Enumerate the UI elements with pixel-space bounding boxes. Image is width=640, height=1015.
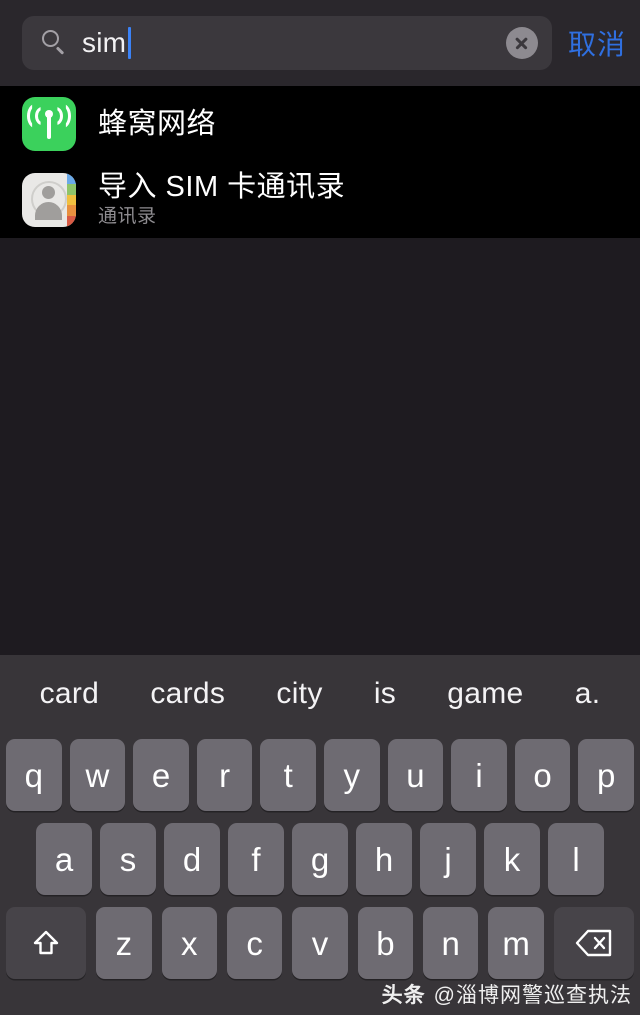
result-title: 蜂窝网络 — [98, 107, 217, 140]
key-e[interactable]: e — [133, 739, 189, 811]
key-r[interactable]: r — [196, 739, 253, 811]
key-p[interactable]: p — [578, 739, 634, 811]
key-f[interactable]: f — [228, 823, 284, 895]
search-bar: sim 取消 — [0, 0, 640, 86]
key-h[interactable]: h — [356, 823, 412, 895]
key-a[interactable]: a — [36, 823, 92, 895]
key-l[interactable]: l — [548, 823, 604, 895]
backspace-key[interactable] — [553, 907, 635, 979]
key-v[interactable]: v — [292, 907, 348, 979]
key-c[interactable]: c — [226, 907, 283, 979]
onscreen-keyboard: card cards city is game a. q w e r t y u… — [0, 655, 640, 1015]
key-y[interactable]: y — [324, 739, 380, 811]
key-q[interactable]: q — [6, 739, 62, 811]
key-j[interactable]: j — [420, 823, 476, 895]
key-z[interactable]: z — [96, 907, 152, 979]
watermark-handle: @淄博网警巡查执法 — [433, 984, 632, 1007]
phone-screen: sim 取消 蜂窝网络 导入 SIM 卡通讯录 通讯录 card cards c… — [0, 0, 640, 1015]
suggestion-item[interactable]: game — [443, 677, 527, 711]
key-x[interactable]: x — [161, 907, 217, 979]
key-k[interactable]: k — [484, 823, 540, 895]
key-d[interactable]: d — [164, 823, 220, 895]
search-result-row-import-sim[interactable]: 导入 SIM 卡通讯录 通讯录 — [0, 162, 640, 238]
key-i[interactable]: i — [451, 739, 507, 811]
suggestion-item[interactable]: is — [370, 677, 400, 711]
result-subtitle: 通讯录 — [98, 206, 157, 228]
search-result-row-cellular[interactable]: 蜂窝网络 — [0, 86, 640, 162]
watermark-tag: 头条 — [381, 984, 426, 1007]
search-icon — [42, 30, 68, 56]
key-w[interactable]: w — [69, 739, 126, 811]
backspace-icon — [575, 929, 613, 957]
keyboard-row-2: a s d f g h j k l — [0, 817, 640, 901]
cancel-button[interactable]: 取消 — [568, 23, 626, 63]
key-s[interactable]: s — [100, 823, 156, 895]
search-input[interactable]: sim — [22, 16, 552, 70]
search-input-value: sim — [82, 27, 127, 58]
key-t[interactable]: t — [260, 739, 316, 811]
result-title: 导入 SIM 卡通讯录 — [98, 170, 346, 203]
key-o[interactable]: o — [514, 739, 571, 811]
shift-icon — [31, 928, 61, 958]
key-g[interactable]: g — [292, 823, 348, 895]
shift-key[interactable] — [5, 907, 87, 979]
search-results-list: 蜂窝网络 导入 SIM 卡通讯录 通讯录 — [0, 86, 640, 238]
suggestion-bar: card cards city is game a. — [0, 655, 640, 733]
suggestion-item[interactable]: cards — [146, 677, 229, 711]
suggestion-item[interactable]: city — [272, 677, 326, 711]
key-u[interactable]: u — [387, 739, 444, 811]
suggestion-item[interactable]: a. — [571, 677, 605, 711]
keyboard-row-1: q w e r t y u i o p — [0, 733, 640, 817]
contacts-icon — [22, 173, 76, 227]
cellular-icon — [22, 97, 76, 151]
watermark: 头条 @淄博网警巡查执法 — [382, 979, 632, 1009]
text-caret — [128, 27, 132, 59]
keyboard-row-3: z x c v b n m — [0, 901, 640, 985]
key-n[interactable]: n — [423, 907, 479, 979]
suggestion-item[interactable]: card — [36, 677, 104, 711]
clear-search-button[interactable] — [505, 27, 538, 59]
key-m[interactable]: m — [488, 907, 544, 979]
key-b[interactable]: b — [357, 907, 414, 979]
